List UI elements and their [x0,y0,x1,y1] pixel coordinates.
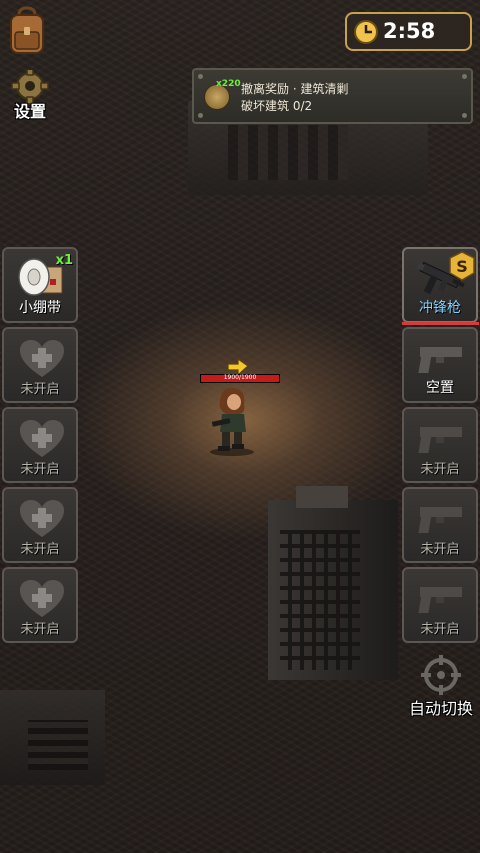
player-character: 1900/1900 [198,358,282,458]
backpack-button[interactable] [6,6,48,56]
character-sprite [210,387,254,456]
weapon-slot-locked[interactable]: 未开启 [402,487,478,563]
clock-icon [354,20,378,44]
item-slot-locked[interactable]: 未开启 [2,327,78,403]
weapon-slot-label: 空置 [426,380,454,396]
item-slot-bandage[interactable]: x1 小绷带 [2,247,78,323]
heart-plus-icon [20,580,64,617]
item-slot-locked[interactable]: 未开启 [2,567,78,643]
item-slot-locked[interactable]: 未开启 [2,407,78,483]
rank-badge-icon: S [449,251,475,281]
mission-progress: 破坏建筑 0/2 [241,99,313,113]
weapon-slot-locked[interactable]: 未开启 [402,567,478,643]
weapon-slot-label: 未开启 [420,462,460,477]
item-slot-locked[interactable]: 未开启 [2,487,78,563]
bandage-count: x1 [55,253,73,268]
weapon-slot-label: 未开启 [420,542,460,557]
pistol-icon [418,507,462,533]
mission-reward-count: x220 [216,79,241,89]
heart-plus-icon [20,420,64,457]
crosshair-icon [421,655,461,695]
timer-panel: 2:58 [345,12,472,51]
weapon-slot-empty[interactable]: 空置 [402,327,478,403]
health-bar: 1900/1900 [200,374,280,383]
weapon-slot-locked[interactable]: 未开启 [402,407,478,483]
settings-label: 设置 [13,102,46,121]
pistol-icon [418,427,462,453]
mission-panel[interactable]: x220 撤离奖励 · 建筑清剿 破坏建筑 0/2 [192,68,473,124]
settings-button[interactable]: 设置 [6,70,54,122]
timer-text: 2:58 [383,19,436,43]
heart-plus-icon [20,340,64,377]
item-slot-label: 未开启 [20,382,60,397]
heart-plus-icon [20,500,64,537]
weapon-slot-label: 未开启 [420,622,460,637]
backpack-icon [10,6,44,54]
item-slot-label: 未开启 [20,622,60,637]
item-slot-label: 未开启 [20,542,60,557]
mission-title: 撤离奖励 · 建筑清剿 [241,82,349,96]
rank-badge-text: S [456,257,468,276]
weapon-equipped-indicator [402,322,479,325]
pistol-icon [418,347,462,373]
auto-switch-button[interactable]: 自动切换 [402,655,480,718]
building-tower [268,486,398,680]
weapon-slot-label: 冲锋枪 [419,300,461,316]
item-slot-label: 小绷带 [19,300,61,316]
building-ruin [0,690,105,785]
item-slot-label: 未开启 [20,462,60,477]
health-text: 1900/1900 [223,374,257,381]
pistol-icon [418,587,462,613]
auto-switch-label: 自动切换 [408,699,473,718]
